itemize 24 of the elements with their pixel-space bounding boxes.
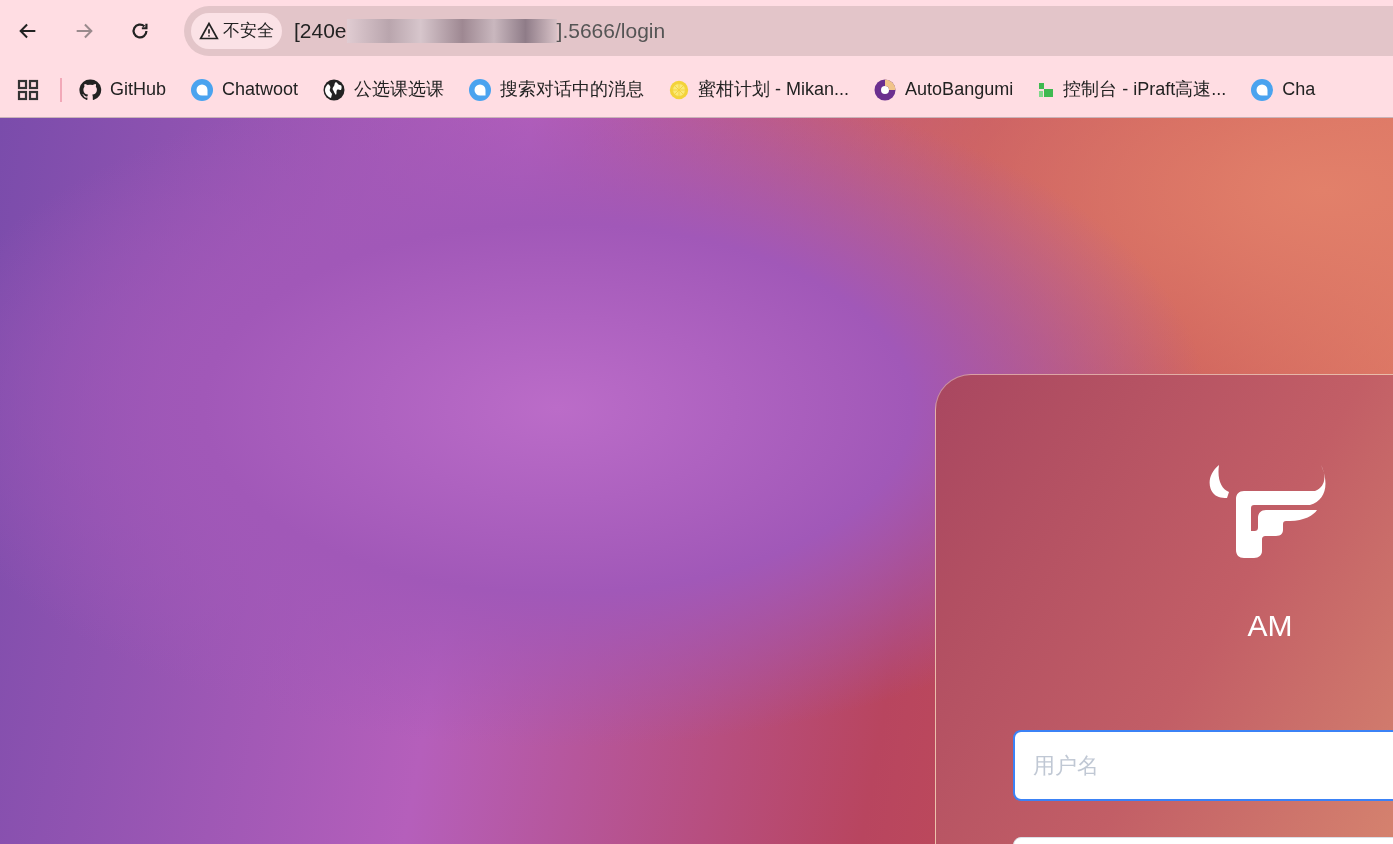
bookmark-item[interactable]: 搜索对话中的消息 [468,76,669,103]
address-bar[interactable]: 不安全 [240e ].5666/login [184,6,1393,56]
bookmark-item[interactable]: GitHub [78,76,191,103]
tiles-icon [1037,80,1056,99]
bookmark-item[interactable]: 公选课选课 [322,76,469,103]
security-chip[interactable]: 不安全 [191,13,282,49]
ring-icon [873,77,898,102]
bookmark-item[interactable]: AutoBangumi [873,76,1038,103]
chat-bubble-icon [468,77,493,102]
github-icon [78,77,102,102]
url-text: [240e [294,18,347,45]
bookmark-item[interactable]: Cha [1250,76,1340,103]
bookmark-item[interactable]: 蜜柑计划 - Mikan... [668,76,874,103]
bookmark-item[interactable]: 控制台 - iPraft高速... [1037,76,1251,103]
login-title: AM [1247,608,1293,644]
input-field[interactable]: 用户名 [1013,730,1393,801]
bookmark-item[interactable]: Chatwoot [190,76,323,103]
url-text: ].5666/login [556,18,666,45]
globe-icon [322,77,347,102]
chat-bubble-icon [190,77,215,102]
lemon-slice-icon [668,78,691,101]
warning-icon [199,21,219,41]
chat-bubble-icon [1250,77,1275,102]
apps-grid-icon[interactable] [16,77,40,102]
